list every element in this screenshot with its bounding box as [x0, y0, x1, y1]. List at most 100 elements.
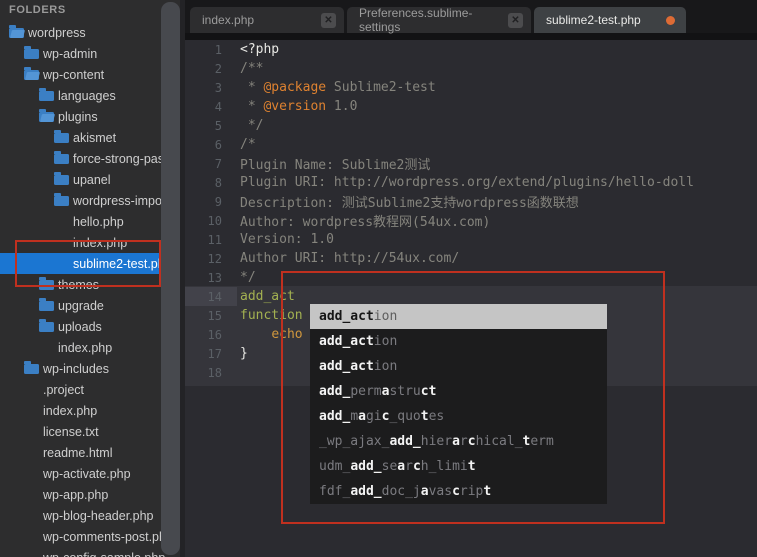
sublime-text-window: FOLDERS wordpresswp-adminwp-contentlangu… [0, 0, 757, 557]
tab-preferences-sublime-settings[interactable]: Preferences.sublime-settings ✕ [347, 7, 531, 33]
sidebar-item-label: upgrade [58, 299, 104, 313]
file-tree: wordpress wp-admin wp-content languages plug… [0, 22, 185, 557]
folder-icon [39, 112, 54, 122]
sidebar-item-wp-includes[interactable]: wp-includes [0, 358, 185, 379]
folder-icon [39, 280, 54, 290]
sidebar-item-sublime2-test-php[interactable]: sublime2-test.php [0, 253, 185, 274]
sidebar-item-label: license.txt [43, 425, 99, 439]
tab-label: sublime2-test.php [546, 13, 658, 27]
code-line-8: 8Plugin URI: http://wordpress.org/extend… [185, 173, 757, 192]
sidebar-item-label: .project [43, 383, 84, 397]
folder-icon [54, 154, 69, 164]
sidebar-item-wp-app-php[interactable]: wp-app.php [0, 484, 185, 505]
folder-icon [39, 301, 54, 311]
folder-icon [39, 91, 54, 101]
line-number: 1 [185, 43, 222, 57]
sidebar-item-readme-html[interactable]: readme.html [0, 442, 185, 463]
code-line-10: 10Author: wordpress教程网(54ux.com) [185, 211, 757, 230]
sidebar-item-wp-content[interactable]: wp-content [0, 64, 185, 85]
sidebar-item-label: wp-comments-post.php [43, 530, 173, 544]
sidebar-item-label: wp-admin [43, 47, 97, 61]
sidebar-item-label: wp-includes [43, 362, 109, 376]
code-line-6: 6/* [185, 135, 757, 154]
sidebar-item-wp-admin[interactable]: wp-admin [0, 43, 185, 64]
tab-sublime2-test-php[interactable]: sublime2-test.php [534, 7, 686, 33]
sidebar-item-label: wordpress [28, 26, 86, 40]
tab-index-php[interactable]: index.php ✕ [190, 7, 344, 33]
sidebar-item-wp-blog-header-php[interactable]: wp-blog-header.php [0, 505, 185, 526]
code-line-12: 12Author URI: http://54ux.com/ [185, 249, 757, 268]
sidebar-item-label: sublime2-test.php [73, 257, 172, 271]
autocomplete-row-fdf-add-doc-javascript[interactable]: fdf_add_doc_javascript [310, 479, 607, 504]
sidebar-item-upgrade[interactable]: upgrade [0, 295, 185, 316]
folder-icon [9, 28, 24, 38]
folder-icon [54, 196, 69, 206]
code-text: add_act [240, 289, 295, 304]
code-text: Plugin URI: http://wordpress.org/extend/… [240, 175, 694, 190]
line-number: 4 [185, 100, 222, 114]
code-text: /** [240, 61, 263, 76]
sidebar-item-label: plugins [58, 110, 98, 124]
sidebar-item-languages[interactable]: languages [0, 85, 185, 106]
sidebar-item-wordpress[interactable]: wordpress [0, 22, 185, 43]
code-text: Version: 1.0 [240, 232, 334, 247]
sidebar-item-label: uploads [58, 320, 102, 334]
code-line-4: 4 * @version 1.0 [185, 97, 757, 116]
code-text: <?php [240, 42, 279, 57]
sidebar-item-force-strong-passwo[interactable]: force-strong-passwo [0, 148, 185, 169]
code-text: */ [240, 118, 263, 133]
sidebar-item-hello-php[interactable]: hello.php [0, 211, 185, 232]
code-text: Author URI: http://54ux.com/ [240, 251, 459, 266]
autocomplete-row-add-action[interactable]: add_action [310, 329, 607, 354]
tab-label: Preferences.sublime-settings [359, 6, 500, 34]
code-text: Description: 测试Sublime2支持wordpress函数联想 [240, 192, 579, 211]
code-line-11: 11Version: 1.0 [185, 230, 757, 249]
autocomplete-row-add-magic-quotes[interactable]: add_magic_quotes [310, 404, 607, 429]
sidebar-item-wp-comments-post-php[interactable]: wp-comments-post.php [0, 526, 185, 547]
sidebar-item-plugins[interactable]: plugins [0, 106, 185, 127]
sidebar-item-label: akismet [73, 131, 116, 145]
sidebar-item-akismet[interactable]: akismet [0, 127, 185, 148]
sidebar-item-wp-config-sample-php[interactable]: wp-config-sample.php [0, 547, 185, 557]
sidebar-item-label: upanel [73, 173, 111, 187]
editor-pane[interactable]: 1<?php2/**3 * @package Sublime2-test4 * … [185, 0, 757, 557]
tab-label: index.php [202, 13, 313, 27]
sidebar-item-wordpress-importer[interactable]: wordpress-importer [0, 190, 185, 211]
autocomplete-row-add-action[interactable]: add_action [310, 354, 607, 379]
autocomplete-row-add-permastruct[interactable]: add_permastruct [310, 379, 607, 404]
tabs-container: index.php ✕ Preferences.sublime-settings ✕ s… [190, 7, 686, 33]
sidebar-item-label: themes [58, 278, 99, 292]
sidebar-item-wp-activate-php[interactable]: wp-activate.php [0, 463, 185, 484]
code-line-9: 9 Description: 测试Sublime2支持wordpress函数联想 [185, 192, 757, 211]
sidebar-item-uploads[interactable]: uploads [0, 316, 185, 337]
code-text: } [240, 346, 248, 361]
autocomplete-row-wp-ajax-add-hierarchical-term[interactable]: _wp_ajax_add_hierarchical_term [310, 429, 607, 454]
folder-icon [24, 70, 39, 80]
autocomplete-row-udm-add-search-limit[interactable]: udm_add_search_limit [310, 454, 607, 479]
sidebar-item-project[interactable]: .project [0, 379, 185, 400]
code-text: echo [240, 327, 303, 342]
line-number: 15 [185, 309, 222, 323]
sidebar-item-index-php[interactable]: index.php [0, 337, 185, 358]
code-text: Author: wordpress教程网(54ux.com) [240, 211, 490, 230]
folder-icon [24, 364, 39, 374]
code-text: function [240, 308, 303, 323]
sidebar-item-index-php[interactable]: index.php [0, 400, 185, 421]
sidebar-item-license-txt[interactable]: license.txt [0, 421, 185, 442]
tab-close-icon[interactable]: ✕ [508, 13, 523, 28]
code-line-7: 7Plugin Name: Sublime2测试 [185, 154, 757, 173]
line-number: 17 [185, 347, 222, 361]
sidebar-item-label: hello.php [73, 215, 124, 229]
sidebar-item-index-php[interactable]: index.php [0, 232, 185, 253]
sidebar-item-label: wp-activate.php [43, 467, 131, 481]
sidebar-item-upanel[interactable]: upanel [0, 169, 185, 190]
sidebar-item-themes[interactable]: themes [0, 274, 185, 295]
sidebar-item-label: wp-content [43, 68, 104, 82]
line-number: 2 [185, 62, 222, 76]
autocomplete-popup[interactable]: add_actionadd_actionadd_actionadd_permas… [310, 304, 607, 504]
tab-close-icon[interactable]: ✕ [321, 13, 336, 28]
sidebar-item-label: wp-config-sample.php [43, 551, 165, 557]
line-number: 9 [185, 195, 222, 209]
autocomplete-row-add-action[interactable]: add_action [310, 304, 607, 329]
sidebar-scrollbar[interactable] [161, 2, 180, 555]
